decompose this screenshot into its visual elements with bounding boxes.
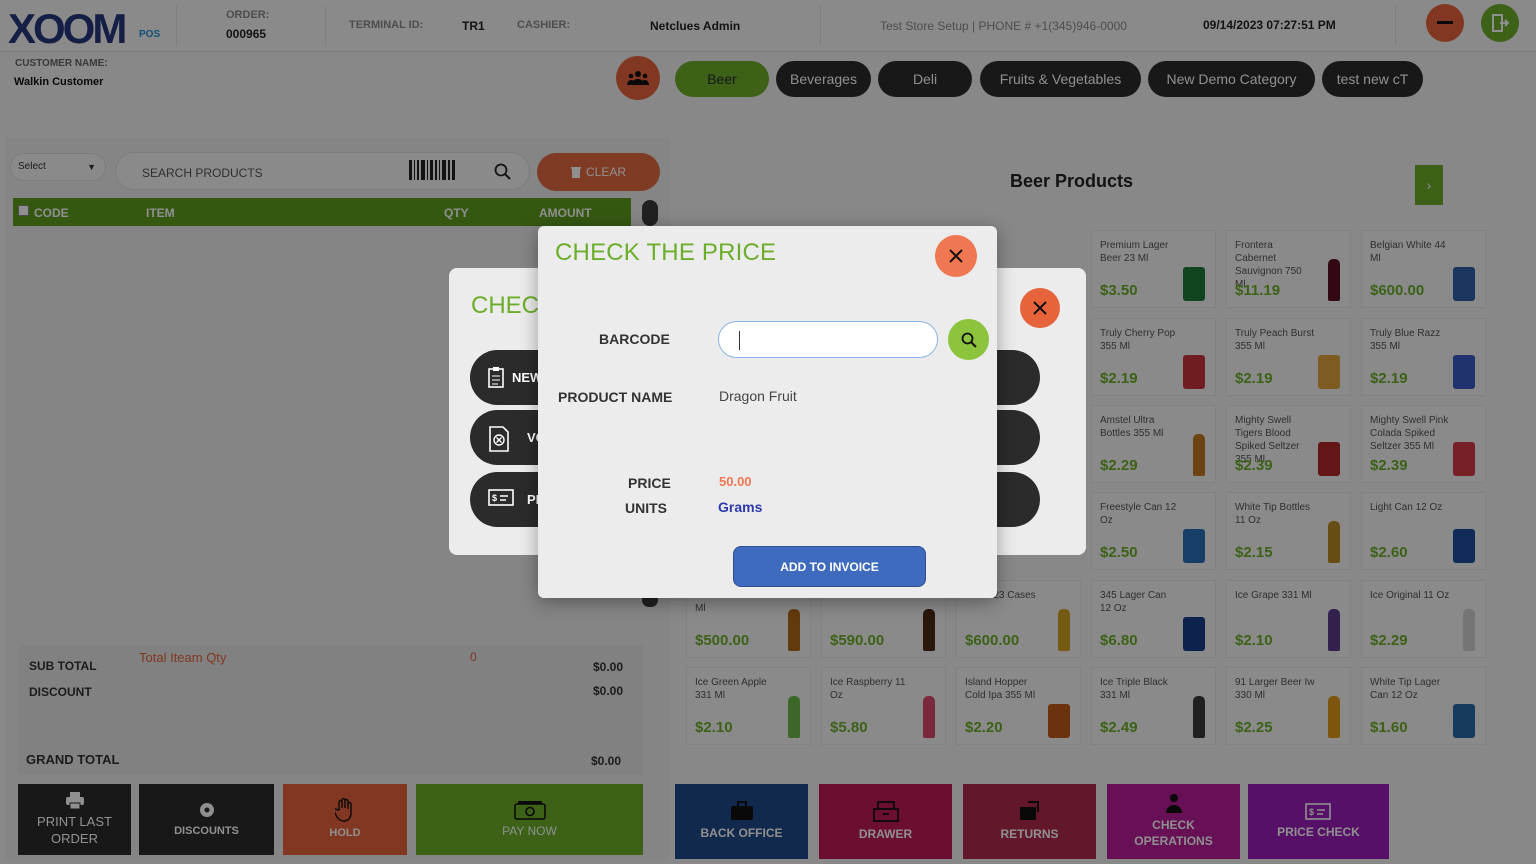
close-icon (949, 249, 963, 263)
product-name-label: PRODUCT NAME (558, 389, 673, 405)
add-to-invoice-button[interactable]: ADD TO INVOICE (733, 546, 926, 587)
close-check-price-button[interactable] (935, 235, 977, 277)
price-label: PRICE (628, 475, 671, 491)
close-check-operations-button[interactable] (1020, 288, 1060, 328)
units-label: UNITS (625, 500, 667, 516)
product-name-value: Dragon Fruit (719, 388, 797, 404)
barcode-label: BARCODE (599, 331, 670, 347)
void-document-icon (489, 426, 509, 452)
add-to-invoice-label: ADD TO INVOICE (780, 559, 879, 574)
receipt-icon: $ (488, 489, 514, 506)
units-value: Grams (718, 499, 763, 515)
search-icon (961, 332, 977, 348)
check-price-modal: CHECK THE PRICE BARCODE PRODUCT NAME Dra… (538, 226, 997, 598)
svg-text:$: $ (492, 493, 497, 503)
text-caret (739, 331, 740, 350)
barcode-search-button[interactable] (948, 319, 989, 360)
clipboard-icon (488, 367, 504, 388)
price-value: 50.00 (719, 474, 752, 489)
barcode-input[interactable] (718, 321, 938, 358)
close-icon (1033, 301, 1047, 315)
check-price-title: CHECK THE PRICE (555, 239, 777, 266)
